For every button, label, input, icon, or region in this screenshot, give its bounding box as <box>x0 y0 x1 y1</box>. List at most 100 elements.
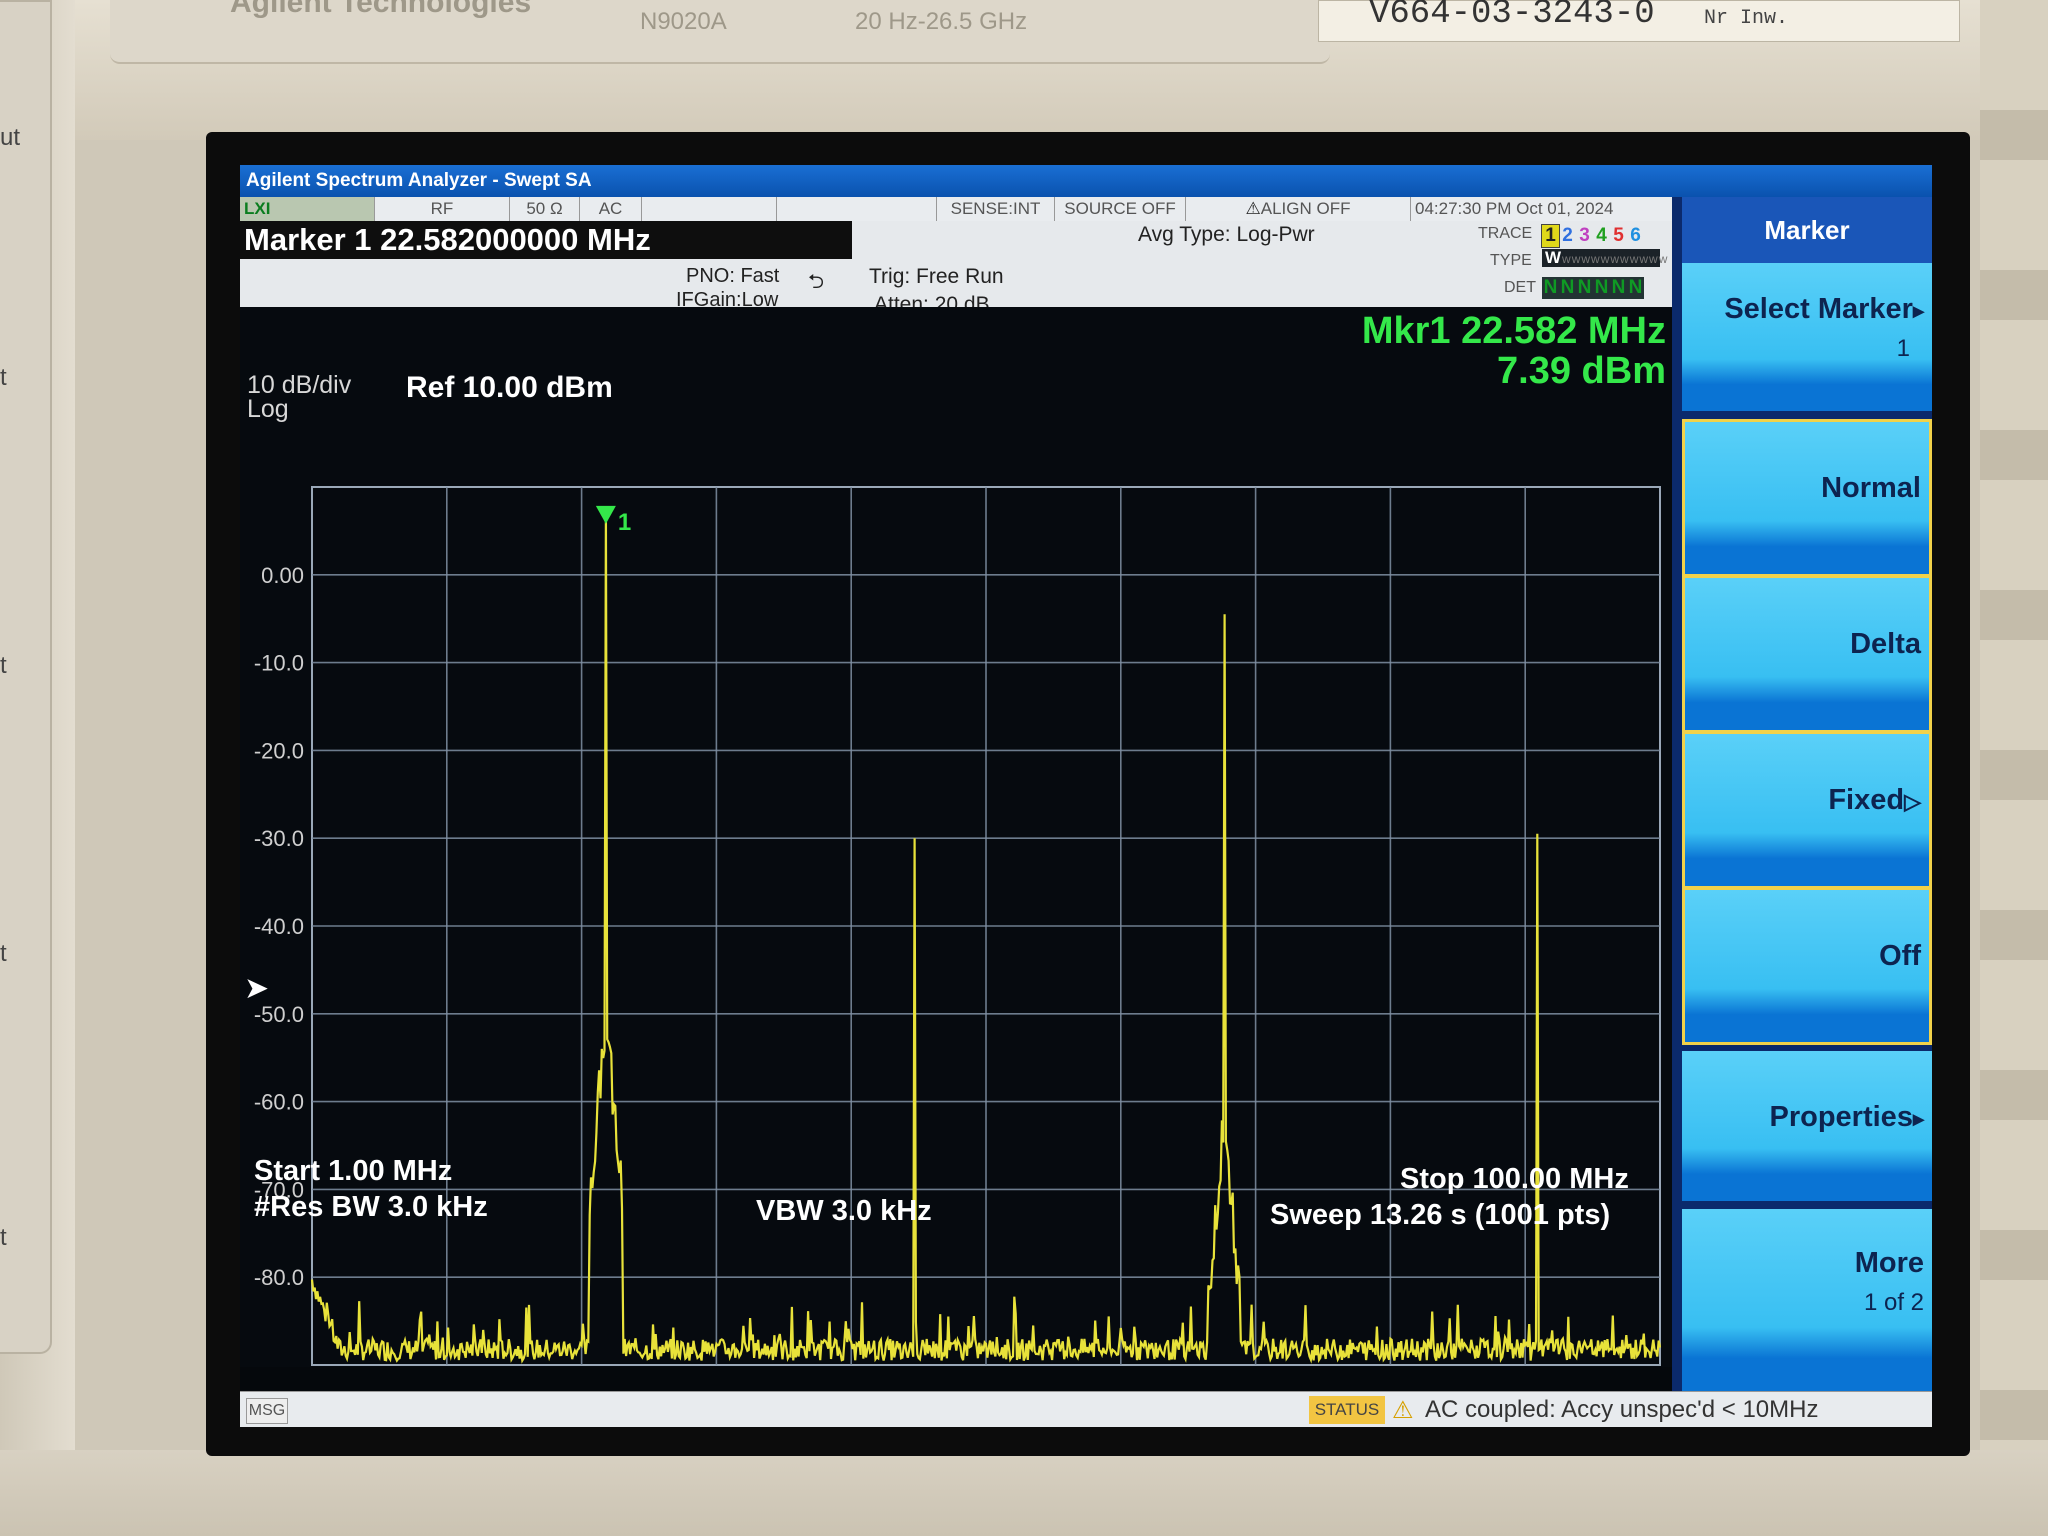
delta-softkey[interactable]: Delta <box>1682 575 1932 733</box>
measurement-info-bar: Marker 1 22.582000000 MHz PNO: Fast ⮌ IF… <box>240 221 1672 316</box>
brand-name: Agilent Technologies <box>230 0 532 19</box>
properties-softkey[interactable]: Properties▸ <box>1682 1051 1932 1201</box>
side-mark: t <box>0 652 7 679</box>
trace-numbers: 123456 <box>1541 223 1644 248</box>
trace-3-indicator[interactable]: 3 <box>1576 225 1593 247</box>
align-indicator: ⚠ALIGN OFF <box>1186 197 1411 221</box>
message-bar: MSG STATUS ⚠ AC coupled: Accy unspec'd <… <box>240 1391 1932 1427</box>
side-mark: ut <box>0 124 21 151</box>
warning-icon: ⚠ <box>1245 199 1261 218</box>
y-tick-label: -20.0 <box>254 738 304 763</box>
side-mark: t <box>0 940 7 967</box>
softkey-menu: Marker Select Marker▸ 1 Normal Delta Fix… <box>1672 197 1932 1391</box>
selected-marker-number: 1 <box>1896 335 1910 362</box>
softkey-text: Fixed <box>1828 784 1905 816</box>
avg-type-setting: Avg Type: Log-Pwr <box>1138 223 1315 246</box>
serial-sticker: V664-03-3243-0 Nr Inw. <box>1318 0 1960 42</box>
instrument-bezel-bottom <box>0 1450 2048 1536</box>
trace-type-row: Wwwwwwwwwwww <box>1542 249 1667 267</box>
instrument-bezel-right <box>1980 0 2048 1536</box>
submenu-arrow-icon: ▸ <box>1912 298 1924 323</box>
rf-input-indicator: RF <box>375 197 510 221</box>
detector-values: NNNNNN <box>1542 275 1644 299</box>
y-tick-label: -30.0 <box>254 826 304 851</box>
datetime: 04:27:30 PM Oct 01, 2024 <box>1415 199 1614 218</box>
trace-5-indicator[interactable]: 5 <box>1610 225 1627 247</box>
mouse-cursor-icon: ➤ <box>244 972 270 1005</box>
softkey-text: Select Marker <box>1724 293 1913 325</box>
status-label[interactable]: STATUS <box>1309 1396 1385 1424</box>
video-bandwidth[interactable]: VBW 3.0 kHz <box>756 1195 932 1228</box>
sense-indicator: SENSE:INT <box>937 197 1055 221</box>
side-mark: t <box>0 364 7 391</box>
det-value: N <box>1593 277 1610 299</box>
active-marker-readout: Marker 1 22.582000000 MHz <box>240 221 852 259</box>
marker-1-icon <box>595 505 616 524</box>
status-blank <box>642 197 777 221</box>
fixed-softkey[interactable]: Fixed▷ <box>1682 731 1932 889</box>
source-indicator: SOURCE OFF <box>1055 197 1186 221</box>
side-panel: ut t t t t <box>0 0 52 1354</box>
y-tick-label: -40.0 <box>254 914 304 939</box>
det-value: N <box>1576 277 1593 299</box>
det-label: DET <box>1504 279 1536 296</box>
more-softkey[interactable]: More 1 of 2 <box>1682 1209 1932 1391</box>
resolution-bandwidth[interactable]: #Res BW 3.0 kHz <box>254 1191 488 1224</box>
brand-strip: Agilent Technologies N9020A 20 Hz-26.5 G… <box>110 0 1330 64</box>
side-mark: t <box>0 1224 7 1251</box>
analyzer-screen: Agilent Spectrum Analyzer - Swept SA LXI… <box>240 165 1932 1427</box>
softkey-label: Off <box>1879 940 1921 972</box>
menu-title: Marker <box>1682 197 1932 263</box>
msg-label[interactable]: MSG <box>246 1398 288 1424</box>
serial-number: V664-03-3243-0 <box>1369 0 1655 33</box>
softkey-text: Properties <box>1769 1101 1913 1133</box>
det-value: N <box>1559 277 1576 299</box>
det-value: N <box>1542 277 1559 299</box>
det-value: N <box>1627 277 1644 299</box>
submenu-arrow-icon: ▸ <box>1912 1106 1924 1131</box>
y-tick-label: -80.0 <box>254 1265 304 1290</box>
marker-1-label: 1 <box>618 509 631 536</box>
trace-1-indicator[interactable]: 1 <box>1541 224 1560 248</box>
softkey-label: Delta <box>1850 628 1921 660</box>
pno-setting: PNO: Fast <box>686 265 780 287</box>
status-bar: LXI RF 50 Ω AC SENSE:INT SOURCE OFF ⚠ALI… <box>240 197 1672 222</box>
status-message: AC coupled: Accy unspec'd < 10MHz <box>1425 1396 1819 1423</box>
det-value: N <box>1610 277 1627 299</box>
y-tick-label: -10.0 <box>254 651 304 676</box>
softkey-label: Select Marker▸ <box>1724 293 1924 326</box>
softkey-label: Properties▸ <box>1770 1101 1925 1134</box>
softkey-label: Fixed▷ <box>1828 784 1921 817</box>
y-tick-label: 0.00 <box>261 563 304 588</box>
page-indicator: 1 of 2 <box>1863 1289 1924 1316</box>
lxi-indicator: LXI <box>240 197 375 221</box>
spectrum-plot-area[interactable]: 10 dB/div Log Ref 10.00 dBm Mkr1 22.582 M… <box>240 307 1672 1367</box>
trace-4-indicator[interactable]: 4 <box>1593 225 1610 247</box>
impedance-indicator: 50 Ω <box>510 197 580 221</box>
stop-frequency[interactable]: Stop 100.00 MHz <box>1400 1163 1629 1196</box>
trace-type-pattern: wwwwwwwwwww <box>1562 252 1669 266</box>
type-label: TYPE <box>1490 252 1532 269</box>
sweep-time[interactable]: Sweep 13.26 s (1001 pts) <box>1270 1199 1610 1232</box>
normal-softkey[interactable]: Normal <box>1682 419 1932 577</box>
trigger-setting: Trig: Free Run <box>869 265 1004 288</box>
coupling-indicator: AC <box>580 197 642 221</box>
trace-2-indicator[interactable]: 2 <box>1559 225 1576 247</box>
off-softkey[interactable]: Off <box>1682 887 1932 1045</box>
softkey-label: More <box>1854 1247 1924 1279</box>
frequency-range: 20 Hz-26.5 GHz <box>855 8 1028 35</box>
warning-icon: ⚠ <box>1392 1397 1414 1424</box>
start-frequency[interactable]: Start 1.00 MHz <box>254 1155 452 1188</box>
serial-suffix: Nr Inw. <box>1704 7 1789 30</box>
submenu-arrow-icon: ▷ <box>1904 789 1921 814</box>
window-title: Agilent Spectrum Analyzer - Swept SA <box>240 165 1932 197</box>
model-number: N9020A <box>640 8 727 35</box>
trace-6-indicator[interactable]: 6 <box>1627 225 1644 247</box>
trace-label: TRACE <box>1478 225 1533 242</box>
y-tick-label: -60.0 <box>254 1090 304 1115</box>
pno-icon: ⮌ <box>808 271 825 293</box>
align-status: ALIGN OFF <box>1260 199 1351 218</box>
select-marker-softkey[interactable]: Select Marker▸ 1 <box>1682 263 1932 411</box>
softkey-label: Normal <box>1821 472 1921 504</box>
status-blank <box>777 197 937 221</box>
